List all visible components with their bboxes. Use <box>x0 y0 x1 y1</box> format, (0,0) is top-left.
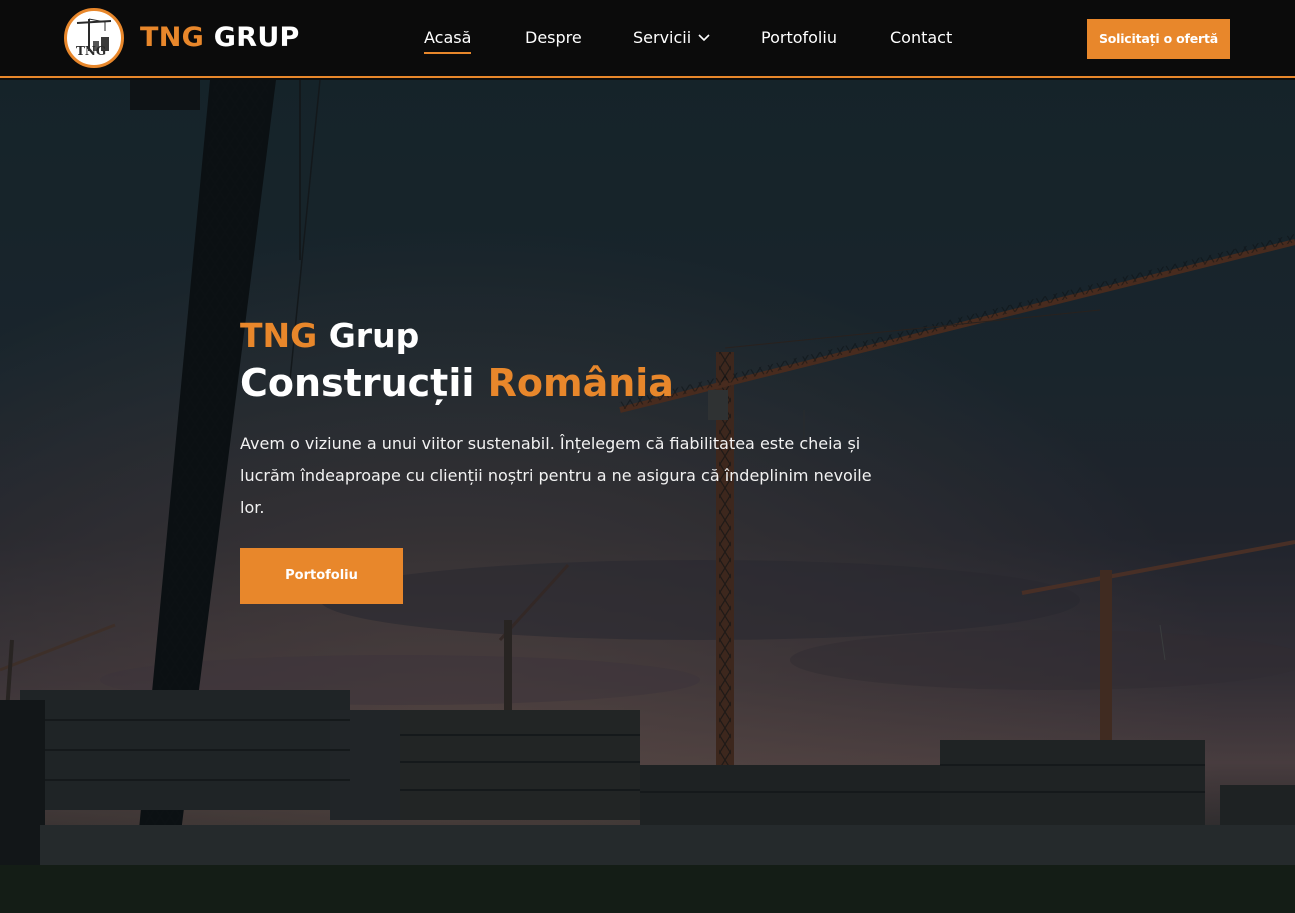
site-header: TNG TNG GRUP Acasă Despre Servicii Porto… <box>0 0 1295 78</box>
hero-content: TNG Grup Construcții România Avem o vizi… <box>240 316 920 604</box>
nav-item-label: Portofoliu <box>761 28 837 47</box>
hero-title-part2: Grup <box>328 316 420 355</box>
hero-subtitle-part2: România <box>487 361 674 405</box>
nav-item-label: Servicii <box>633 28 692 47</box>
hero-title: TNG Grup <box>240 316 920 356</box>
brand-name[interactable]: TNG GRUP <box>140 20 300 56</box>
nav-item-label: Acasă <box>424 28 472 47</box>
nav-item-label: Contact <box>890 28 953 47</box>
hero-subtitle-part1: Construcții <box>240 361 475 405</box>
nav-item-label: Despre <box>525 28 582 47</box>
nav-item-servicii[interactable]: Servicii <box>633 26 710 52</box>
hero-section: TNG Grup Construcții România Avem o vizi… <box>0 80 1295 913</box>
hero-title-part1: TNG <box>240 316 318 355</box>
logo[interactable]: TNG <box>64 8 124 68</box>
brand-name-part2: GRUP <box>213 22 300 53</box>
chevron-down-icon[interactable] <box>697 30 711 44</box>
portfolio-button[interactable]: Portofoliu <box>240 548 403 604</box>
logo-text: TNG <box>76 44 107 58</box>
request-quote-button[interactable]: Solicitați o ofertă <box>1087 19 1230 59</box>
nav-item-contact[interactable]: Contact <box>890 26 952 52</box>
brand-name-part1: TNG <box>140 22 205 53</box>
nav-item-acasa[interactable]: Acasă <box>424 26 472 54</box>
hero-description: Avem o viziune a unui viitor sustenabil.… <box>240 434 872 517</box>
hero-subtitle: Construcții România <box>240 358 920 408</box>
nav-item-portofoliu[interactable]: Portofoliu <box>761 26 837 52</box>
nav-item-despre[interactable]: Despre <box>525 26 582 52</box>
